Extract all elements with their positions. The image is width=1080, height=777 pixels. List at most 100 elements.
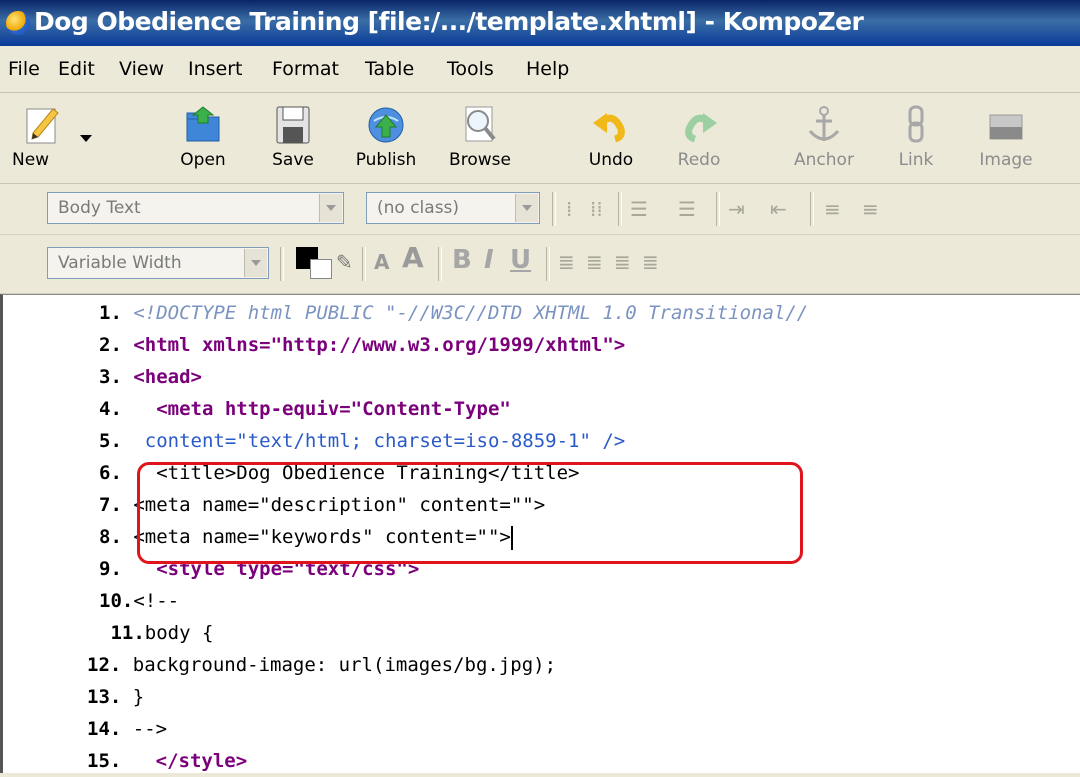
- code-line-7: 7. <meta name="description" content="">: [99, 489, 545, 521]
- image-label: Image: [979, 150, 1033, 170]
- font-smaller-icon[interactable]: A: [374, 249, 389, 275]
- publish-label: Publish: [355, 150, 417, 170]
- menu-insert[interactable]: Insert: [188, 58, 243, 80]
- line-number: 4.: [99, 398, 122, 420]
- chevron-down-icon[interactable]: [319, 194, 342, 222]
- code-line-15: 15. </style>: [87, 745, 247, 777]
- text-direction-rtl-icon[interactable]: ⁞⁞: [590, 196, 603, 222]
- code-line-12: 12. background-image: url(images/bg.jpg)…: [87, 649, 556, 681]
- anchor-label: Anchor: [794, 150, 854, 170]
- code-text: <!--: [133, 590, 180, 612]
- new-label: New: [12, 150, 50, 170]
- code-text: <title>Dog Obedience Training</title>: [156, 462, 580, 484]
- bold-icon[interactable]: B: [452, 247, 472, 273]
- code-line-1: 1. <!DOCTYPE html PUBLIC "-//W3C//DTD XH…: [99, 297, 808, 329]
- bullet-list-icon[interactable]: ☰: [678, 196, 696, 222]
- format-toolbar-1: Body Text (no class) ⁞ ⁞⁞ ☰ ☰ ⇥ ⇤ ≡ ≡: [0, 184, 1080, 235]
- new-dropdown-arrow-icon[interactable]: [80, 135, 92, 142]
- align-left-icon[interactable]: ≣: [558, 249, 575, 275]
- menu-view[interactable]: View: [119, 58, 164, 80]
- toolbar-separator: [810, 192, 814, 226]
- font-larger-icon[interactable]: A: [402, 244, 424, 272]
- toolbar-separator: [618, 192, 622, 226]
- horizontal-rule-alt-icon[interactable]: ≡: [862, 196, 879, 222]
- open-label: Open: [180, 150, 226, 170]
- background-color-swatch[interactable]: [310, 259, 332, 279]
- class-select[interactable]: (no class): [366, 192, 540, 224]
- line-number: 13.: [87, 686, 122, 708]
- font-value: Variable Width: [58, 253, 182, 273]
- new-page-pencil-icon: [26, 108, 59, 144]
- new-button[interactable]: New: [8, 93, 78, 183]
- code-text: -->: [132, 718, 168, 740]
- class-value: (no class): [377, 198, 460, 218]
- line-number: 5.: [99, 430, 122, 452]
- text-cursor: [510, 525, 513, 550]
- open-button[interactable]: Open: [168, 93, 238, 183]
- toolbar-separator: [438, 247, 442, 281]
- menu-edit[interactable]: Edit: [58, 58, 95, 80]
- redo-arrow-icon: [685, 113, 717, 143]
- line-number: 1.: [99, 302, 122, 324]
- menu-format[interactable]: Format: [272, 58, 339, 80]
- menu-table[interactable]: Table: [365, 58, 414, 80]
- outdent-icon[interactable]: ⇤: [770, 196, 787, 222]
- image-button[interactable]: Image: [966, 93, 1046, 183]
- anchor-button[interactable]: Anchor: [784, 93, 864, 183]
- italic-icon[interactable]: I: [484, 247, 494, 273]
- undo-button[interactable]: Undo: [576, 93, 646, 183]
- save-label: Save: [272, 150, 314, 170]
- code-line-6: 6. <title>Dog Obedience Training</title>: [99, 457, 579, 489]
- highlight-pencil-icon[interactable]: ✎: [336, 249, 353, 275]
- code-text: <html xmlns="http://www.w3.org/1999/xhtm…: [133, 334, 626, 356]
- undo-label: Undo: [588, 150, 634, 170]
- menu-tools[interactable]: Tools: [447, 58, 494, 80]
- menu-help[interactable]: Help: [526, 58, 569, 80]
- save-button[interactable]: Save: [258, 93, 328, 183]
- link-label: Link: [898, 150, 934, 170]
- code-line-14: 14. -->: [87, 713, 167, 745]
- code-line-9: 9. <style type="text/css">: [99, 553, 419, 585]
- line-number: 3.: [99, 366, 122, 388]
- code-text: content="text/html; charset=iso-8859-1" …: [144, 430, 626, 452]
- line-number: 7.: [99, 494, 122, 516]
- globe-upload-icon: [368, 107, 404, 143]
- line-number: 11.: [110, 622, 145, 644]
- align-right-icon[interactable]: ≣: [614, 249, 631, 275]
- toolbar-separator: [552, 192, 556, 226]
- source-editor[interactable]: 1. <!DOCTYPE html PUBLIC "-//W3C//DTD XH…: [0, 294, 1080, 773]
- code-line-10: 10.<!--: [99, 585, 179, 617]
- code-text: }: [132, 686, 145, 708]
- align-justify-icon[interactable]: ≣: [642, 249, 659, 275]
- numbered-list-icon[interactable]: ☰: [630, 196, 648, 222]
- chevron-down-icon[interactable]: [515, 194, 538, 222]
- chevron-down-icon[interactable]: [244, 249, 267, 277]
- paragraph-format-select[interactable]: Body Text: [47, 192, 344, 224]
- text-direction-icon[interactable]: ⁞: [566, 196, 572, 222]
- horizontal-rule-icon[interactable]: ≡: [824, 196, 841, 222]
- toolbar-separator: [280, 247, 284, 281]
- code-line-3: 3. <head>: [99, 361, 202, 393]
- code-line-2: 2. <html xmlns="http://www.w3.org/1999/x…: [99, 329, 625, 361]
- line-number: 14.: [87, 718, 122, 740]
- code-text: <style type="text/css">: [156, 558, 420, 580]
- composition-toolbar: New Open Save Publish Browse Undo Redo A…: [0, 93, 1080, 184]
- code-text: </style>: [155, 750, 248, 772]
- font-select[interactable]: Variable Width: [47, 247, 269, 279]
- chain-link-icon: [908, 105, 924, 143]
- underline-icon[interactable]: U: [510, 247, 531, 273]
- align-center-icon[interactable]: ≣: [586, 249, 603, 275]
- publish-button[interactable]: Publish: [346, 93, 426, 183]
- code-text: body {: [144, 622, 214, 644]
- browse-label: Browse: [449, 150, 511, 170]
- menu-bar: File Edit View Insert Format Table Tools…: [0, 46, 1080, 93]
- link-button[interactable]: Link: [886, 93, 946, 183]
- indent-icon[interactable]: ⇥: [728, 196, 745, 222]
- code-text: <meta http-equiv="Content-Type": [156, 398, 511, 420]
- redo-button[interactable]: Redo: [664, 93, 734, 183]
- code-text: <meta name="keywords" content="">: [133, 526, 511, 548]
- floppy-disk-icon: [276, 106, 310, 144]
- browse-button[interactable]: Browse: [440, 93, 520, 183]
- line-number: 9.: [99, 558, 122, 580]
- menu-file[interactable]: File: [8, 58, 40, 80]
